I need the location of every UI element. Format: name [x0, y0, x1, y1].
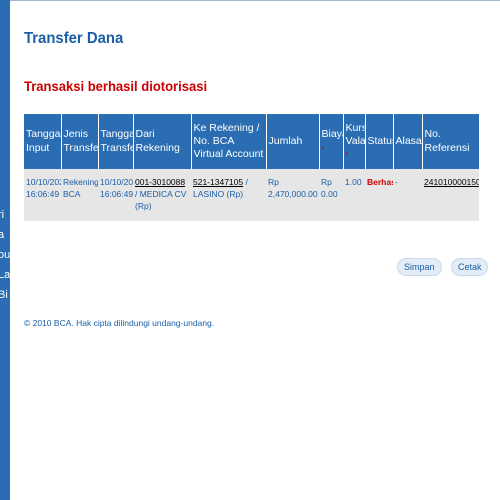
header-jenis-transfer: Jenis Transfer [61, 114, 99, 169]
sidebar-fragment: a [0, 229, 5, 241]
cell-alasan: - [393, 169, 422, 221]
cell-kurs-valas: 1.00 [343, 169, 365, 221]
header-kurs-valas-label: Kurs Valas [345, 121, 365, 147]
header-tanggal-transfer: Tanggal Transfer [98, 114, 134, 169]
source-account-number: 001-3010088 [135, 177, 186, 187]
cell-jenis-transfer: Rekening BCA [61, 169, 98, 221]
header-jumlah: Jumlah [266, 114, 320, 169]
cell-dari-rekening: 001-3010088 / MEDICA CV (Rp) [133, 169, 191, 221]
sidebar-fragment: Bi [0, 289, 8, 301]
cell-ke-rekening: 521-1347105 / LASINO (Rp) [191, 169, 266, 221]
table-row: 10/10/2024 16:06:49 Rekening BCA 10/10/2… [24, 169, 479, 221]
header-tanggal-input: Tanggal Input [24, 114, 62, 169]
cell-status: Berhasil [365, 169, 393, 221]
left-sidebar-edge: ri a ou La Bi [0, 0, 10, 500]
source-account-name: / MEDICA CV (Rp) [135, 188, 187, 211]
header-alasan: Alasan [393, 114, 423, 169]
required-marker: * [321, 145, 325, 153]
header-dari-rekening: Dari Rekening [133, 114, 192, 169]
destination-account-number: 521-1347105 [193, 177, 244, 187]
copyright-footer: © 2010 BCA. Hak cipta dilindungi undang-… [24, 318, 215, 328]
header-no-referensi: No. Referensi [422, 114, 480, 169]
cell-biaya: Rp 0.00 [319, 169, 343, 221]
sidebar-fragment: ri [0, 209, 5, 221]
status-badge: Berhasil [367, 177, 393, 187]
cell-jumlah: Rp 2,470,000.00 [266, 169, 319, 221]
cell-tanggal-transfer: 10/10/2024 16:06:49 [98, 169, 133, 221]
header-ke-rekening: Ke Rekening / No. BCA Virtual Account [191, 114, 267, 169]
top-divider [10, 0, 500, 1]
header-kurs-valas: Kurs Valas * [343, 114, 366, 169]
header-status: Status [365, 114, 394, 169]
sidebar-fragment: La [0, 269, 10, 281]
cell-tanggal-input: 10/10/2024 16:06:49 [24, 169, 61, 221]
action-buttons: Simpan Cetak [392, 257, 489, 276]
transaction-table: Tanggal Input Jenis Transfer Tanggal Tra… [24, 114, 480, 221]
page-title: Transfer Dana [24, 30, 124, 47]
cell-no-referensi: 24101000015054 [422, 169, 479, 221]
success-message: Transaksi berhasil diotorisasi [24, 78, 208, 94]
required-marker: * [345, 152, 349, 160]
reference-number: 24101000015054 [424, 177, 479, 187]
save-button[interactable]: Simpan [397, 258, 442, 276]
sidebar-fragment: ou [0, 249, 10, 261]
table-header-row: Tanggal Input Jenis Transfer Tanggal Tra… [24, 114, 480, 169]
print-button[interactable]: Cetak [450, 258, 489, 276]
main-content: Transfer Dana Transaksi berhasil diotori… [24, 30, 490, 221]
header-biaya: Biaya * [319, 114, 344, 169]
header-biaya-label: Biaya [321, 128, 343, 141]
